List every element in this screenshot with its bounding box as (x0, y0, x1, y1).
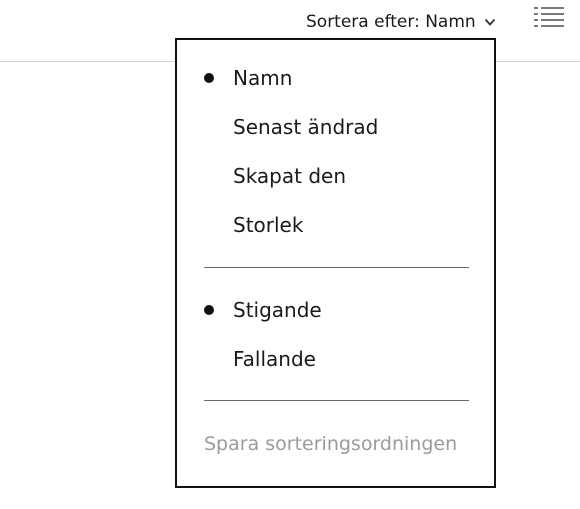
selected-bullet-icon (204, 305, 214, 315)
sort-option-label: Senast ändrad (233, 115, 379, 139)
order-option-label: Fallande (233, 347, 316, 371)
menu-divider (204, 267, 469, 268)
page: Sortera efter: Namn Namn Senast ändrad S… (0, 0, 580, 509)
sort-option-size[interactable]: Storlek (177, 205, 494, 245)
list-view-icon[interactable] (534, 6, 564, 28)
sort-by-dropdown[interactable]: Sortera efter: Namn (306, 10, 496, 34)
chevron-down-icon (484, 18, 495, 26)
order-option-label: Stigande (233, 298, 322, 322)
sort-by-prefix: Sortera efter: (306, 12, 420, 32)
order-option-descending[interactable]: Fallande (177, 339, 494, 379)
sort-option-label: Namn (233, 66, 293, 90)
sort-menu: Namn Senast ändrad Skapat den Storlek St… (175, 38, 496, 488)
sort-option-created[interactable]: Skapat den (177, 156, 494, 196)
menu-divider (204, 400, 469, 401)
order-option-ascending[interactable]: Stigande (177, 290, 494, 330)
selected-bullet-icon (204, 73, 214, 83)
sort-option-name[interactable]: Namn (177, 58, 494, 98)
sort-option-label: Skapat den (233, 164, 347, 188)
save-sort-order-button[interactable]: Spara sorteringsordningen (204, 426, 457, 462)
sort-by-value: Namn (425, 12, 476, 32)
sort-option-label: Storlek (233, 213, 304, 237)
sort-option-last-modified[interactable]: Senast ändrad (177, 107, 494, 147)
